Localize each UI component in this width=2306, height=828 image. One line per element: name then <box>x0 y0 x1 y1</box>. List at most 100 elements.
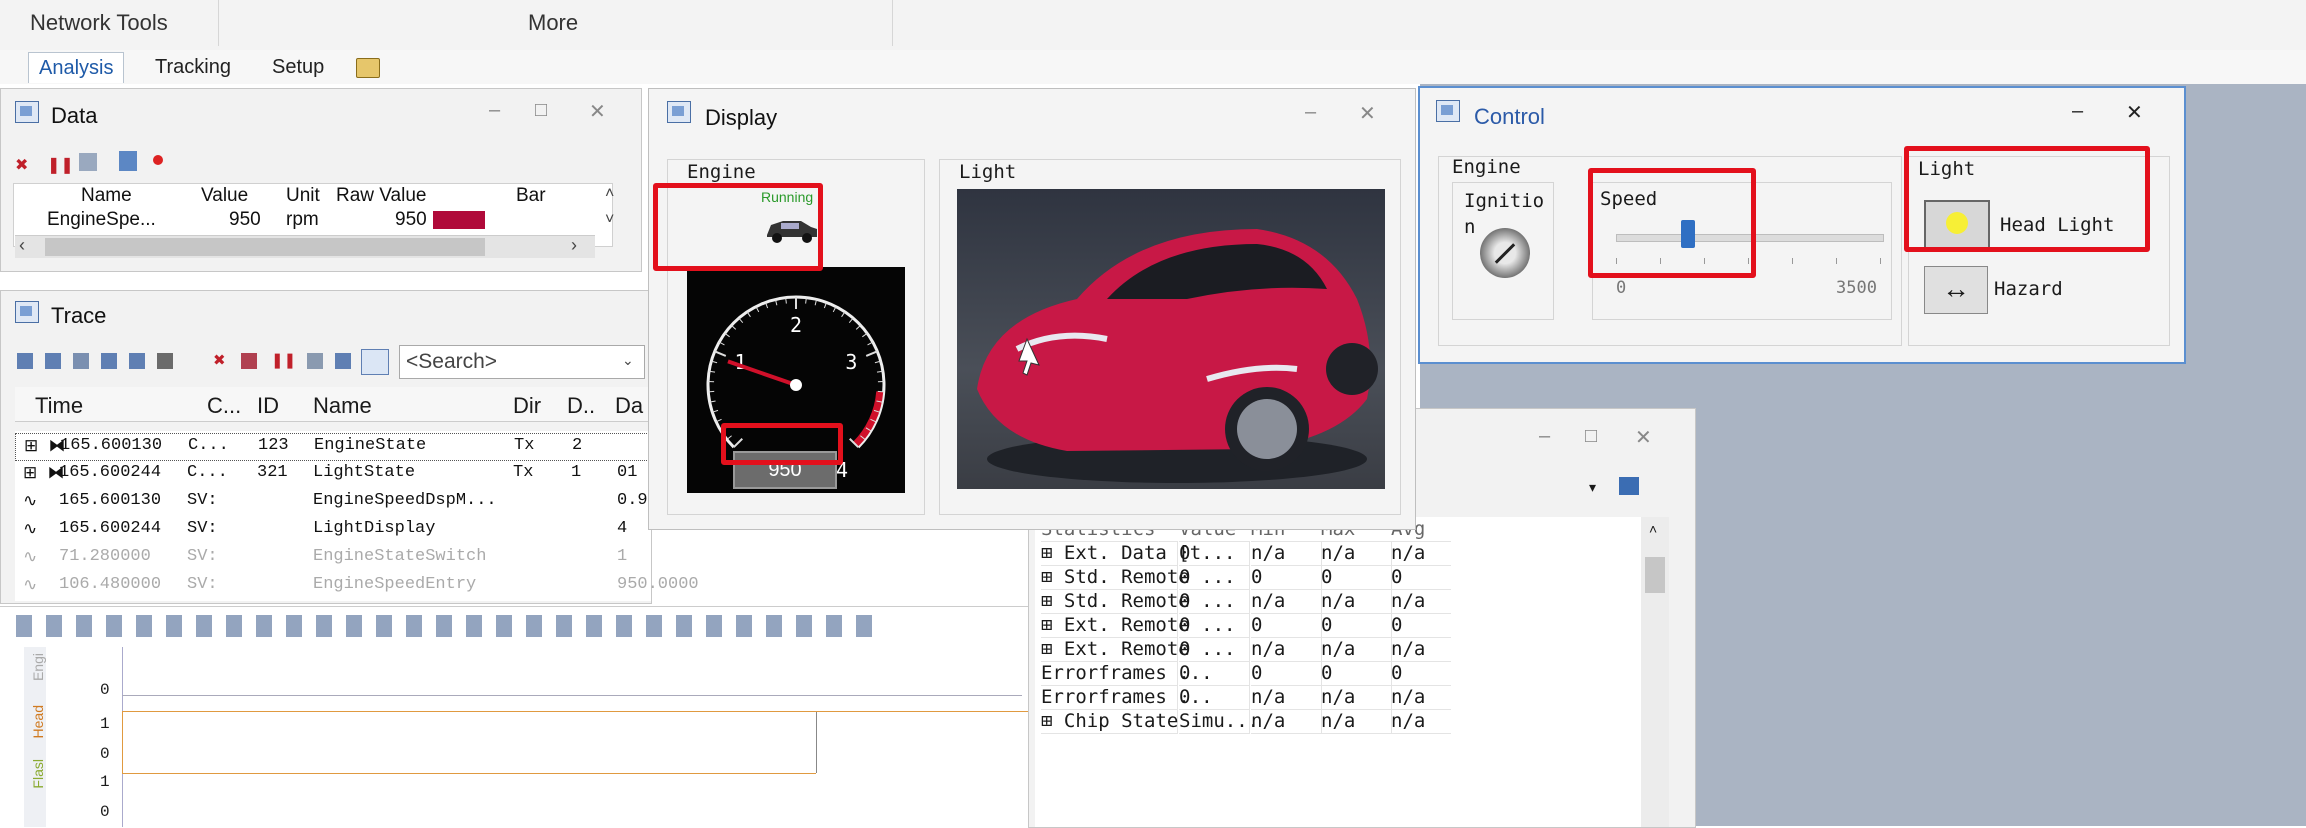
scroll-up-icon[interactable]: ˄ <box>605 185 614 203</box>
maximize-button[interactable]: □ <box>535 99 547 122</box>
col-data[interactable]: Da <box>615 393 643 419</box>
trace-row[interactable]: ∿165.600130SV:EngineSpeedDspM...0.95 <box>15 489 651 515</box>
trace-row[interactable]: ∿106.480000SV:EngineSpeedEntry950.0000 <box>15 573 651 599</box>
toolbar-icon[interactable] <box>17 353 33 369</box>
toolbar-icon[interactable] <box>73 353 89 369</box>
toolbar-icon[interactable] <box>335 353 351 369</box>
col-channel[interactable]: C... <box>207 393 241 419</box>
copy-icon[interactable] <box>79 153 97 171</box>
hazard-button[interactable]: ↔ <box>1924 266 1988 314</box>
stats-cell: n/a <box>1321 637 1392 662</box>
record-icon[interactable] <box>153 155 163 165</box>
col-id[interactable]: ID <box>257 393 279 419</box>
col-time[interactable]: Time <box>35 393 83 419</box>
minimize-button[interactable]: – <box>2072 100 2083 123</box>
highlight-rpm-readout <box>721 423 843 465</box>
scrollbar-thumb[interactable] <box>45 238 485 256</box>
trace-row[interactable]: ⊞ ⧓165.600244C...321LightStateTx101 <box>15 461 651 487</box>
gauge-tick-label: 2 <box>790 313 802 337</box>
pause-icon[interactable]: ❚❚ <box>47 155 74 175</box>
scroll-left-icon[interactable]: ‹ <box>19 235 25 256</box>
close-button[interactable]: ✕ <box>2126 100 2143 125</box>
stats-row-label[interactable]: ⊞ Ext. Remote ... <box>1041 613 1178 638</box>
col-value[interactable]: Value <box>201 185 248 207</box>
speed-min: 0 <box>1616 278 1626 298</box>
row-channel: SV: <box>187 547 218 566</box>
tab-tracking[interactable]: Tracking <box>145 52 241 82</box>
vertical-scrollbar[interactable]: ˄ <box>1641 517 1669 827</box>
row-name[interactable]: EngineSpe... <box>47 209 156 231</box>
stats-row-label[interactable]: ⊞ Std. Remote ... <box>1041 565 1178 590</box>
graphics-toolbar[interactable] <box>16 615 876 637</box>
delete-icon[interactable]: ✖ <box>15 155 28 175</box>
minimize-button[interactable]: – <box>1539 425 1550 448</box>
col-name[interactable]: Name <box>313 393 372 419</box>
trace-rows: ⊞ ⧓165.600130C...123EngineStateTx2⊞ ⧓165… <box>15 431 651 601</box>
tab-analysis[interactable]: Analysis <box>28 52 124 83</box>
tab-setup[interactable]: Setup <box>262 52 334 82</box>
scroll-down-icon[interactable]: ˅ <box>605 211 614 229</box>
row-data: 4 <box>617 519 627 538</box>
stats-cell: 0 <box>1179 565 1250 590</box>
toolbar-icon[interactable] <box>307 353 323 369</box>
stats-row-label[interactable]: Errorframes ... <box>1041 661 1178 686</box>
trace-row[interactable]: ⊞ ⧓165.600130C...123EngineStateTx2 <box>15 433 653 461</box>
stats-cell: 0 <box>1251 613 1322 638</box>
toolbar-icon[interactable] <box>45 353 61 369</box>
maximize-button[interactable]: □ <box>1585 425 1597 448</box>
stats-cell: 0 <box>1179 589 1250 614</box>
menu-network-tools[interactable]: Network Tools <box>30 10 168 36</box>
stats-row-label[interactable]: ⊞ Ext. Data [t... <box>1041 541 1178 566</box>
head-signal-high <box>122 711 822 712</box>
trace-row[interactable]: ∿71.280000SV:EngineStateSwitch1 <box>15 545 651 571</box>
close-button[interactable]: ✕ <box>589 99 606 124</box>
chevron-down-icon[interactable]: ▾ <box>1589 479 1596 496</box>
row-name: EngineSpeedEntry <box>313 575 476 594</box>
cursor-marker[interactable] <box>816 711 817 773</box>
display-window-title: Display <box>705 105 777 131</box>
scroll-up-icon[interactable]: ˄ <box>1649 521 1657 537</box>
gauge-tick <box>862 333 867 337</box>
hazard-label: Hazard <box>1994 278 2063 300</box>
trace-search-box[interactable]: <Search> ⌄ <box>399 345 645 379</box>
delete-icon[interactable]: ✖ <box>213 351 226 369</box>
minimize-button[interactable]: – <box>1305 101 1316 124</box>
toolbar-icon[interactable] <box>101 353 117 369</box>
menu-more[interactable]: More <box>528 10 578 36</box>
col-dlc[interactable]: D.. <box>567 393 595 419</box>
new-page-icon[interactable] <box>356 58 380 78</box>
row-expander-icon: ∿ <box>23 575 37 596</box>
stats-cell: n/a <box>1391 685 1451 710</box>
display-window: Display – ✕ Engine Running 01234r.p.m 95… <box>648 88 1416 530</box>
col-name[interactable]: Name <box>81 185 132 207</box>
toolbar-icon-active[interactable] <box>361 349 389 375</box>
col-bar[interactable]: Bar <box>516 185 546 207</box>
minimize-button[interactable]: – <box>489 99 500 122</box>
scrollbar-thumb[interactable] <box>1645 557 1665 593</box>
row-name: LightDisplay <box>313 519 435 538</box>
close-button[interactable]: ✕ <box>1635 425 1652 450</box>
statistics-table: StatisticsValueMinMaxAvg⊞ Ext. Data [t..… <box>1035 517 1667 827</box>
folder-icon[interactable] <box>1619 477 1639 495</box>
stats-row-label[interactable]: ⊞ Std. Remote ... <box>1041 589 1178 614</box>
stats-row-label[interactable]: ⊞ Chip State <box>1041 709 1178 734</box>
toolbar-icon[interactable] <box>241 353 257 369</box>
close-button[interactable]: ✕ <box>1359 101 1376 126</box>
toolbar-icon[interactable] <box>129 353 145 369</box>
stats-cell: 0 <box>1179 613 1250 638</box>
horizontal-scrollbar[interactable] <box>15 235 595 258</box>
ignition-switch[interactable] <box>1480 228 1530 278</box>
trace-row[interactable]: ∿165.600244SV:LightDisplay4 <box>15 517 651 543</box>
tab-bar <box>0 50 2306 86</box>
scroll-right-icon[interactable]: › <box>571 235 577 256</box>
stats-row-label[interactable]: ⊞ Ext. Remote ... <box>1041 637 1178 662</box>
row-channel: SV: <box>187 575 218 594</box>
save-icon[interactable] <box>119 151 137 171</box>
col-unit[interactable]: Unit <box>286 185 320 207</box>
engine-group-label: Engine <box>687 161 756 183</box>
col-dir[interactable]: Dir <box>513 393 541 419</box>
col-raw-value[interactable]: Raw Value <box>336 185 426 207</box>
stats-row-label[interactable]: Errorframes ... <box>1041 685 1178 710</box>
toolbar-icon[interactable] <box>157 353 173 369</box>
pause-icon[interactable]: ❚❚ <box>271 351 296 369</box>
